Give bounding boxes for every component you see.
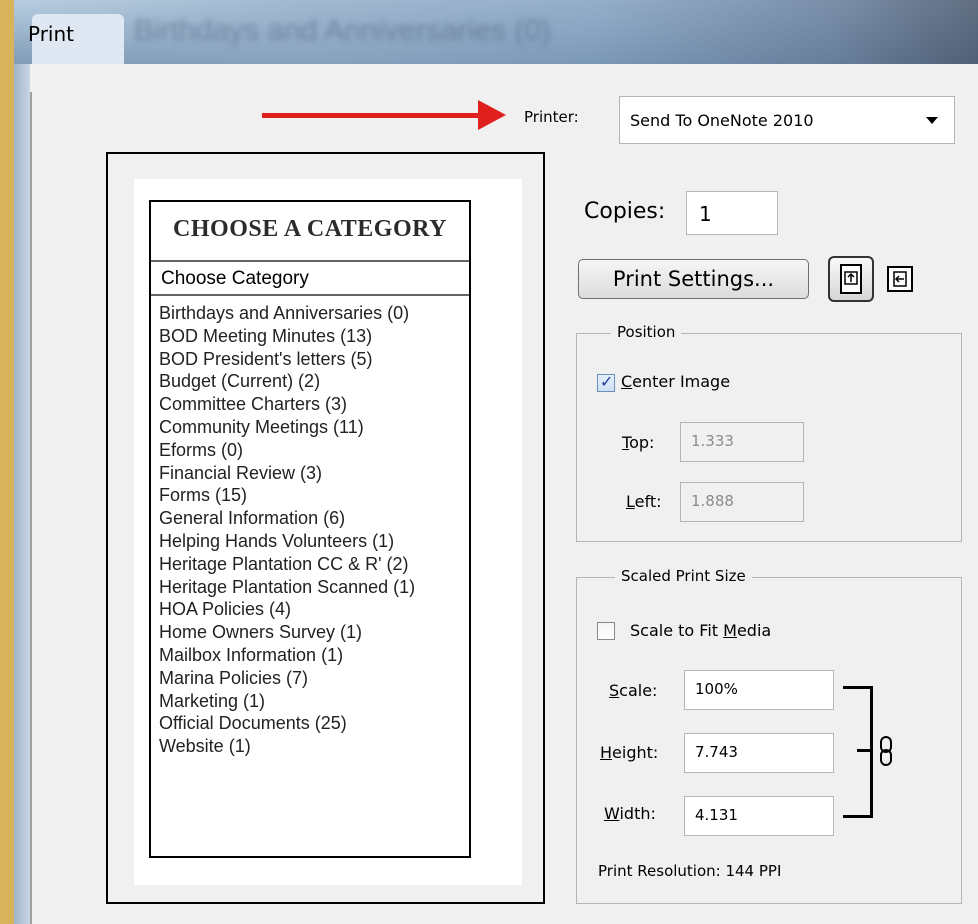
position-legend: Position [611, 323, 682, 341]
preview-category-item: Committee Charters (3) [159, 394, 348, 415]
printer-selected-value: Send To OneNote 2010 [630, 111, 814, 130]
scale-label: Scale: [609, 681, 657, 700]
center-image-label-text: enter Image [632, 372, 731, 391]
red-arrow-icon [262, 113, 484, 118]
printer-select[interactable]: Send To OneNote 2010 [619, 96, 955, 144]
proportion-bracket [843, 686, 873, 818]
top-mnemonic: T [622, 433, 630, 452]
preview-category-item: BOD President's letters (5) [159, 348, 373, 369]
preview-select-label: Choose Category [151, 260, 469, 296]
preview-category-item: General Information (6) [159, 508, 346, 529]
preview-category-item: Marketing (1) [159, 690, 266, 711]
scale-to-fit-checkbox[interactable] [597, 622, 615, 640]
top-field[interactable]: 1.333 [680, 422, 804, 462]
left-label: Left: [626, 492, 662, 511]
preview-category-item: Heritage Plantation Scanned (1) [159, 576, 416, 597]
top-label-text: op: [629, 433, 655, 452]
center-image-label[interactable]: Center Image [621, 372, 730, 391]
height-mnemonic: H [600, 743, 613, 762]
height-label-text: eight: [612, 743, 659, 762]
width-label-text: idth: [619, 804, 656, 823]
width-mnemonic: W [604, 804, 620, 823]
print-settings-button[interactable]: Print Settings... [578, 259, 809, 299]
title-bar: Birthdays and Anniversaries (0) [14, 0, 978, 64]
top-label: Top: [622, 433, 654, 452]
copies-input[interactable]: 1 [686, 191, 778, 235]
height-label: Height: [600, 743, 658, 762]
preview-category-item: Marina Policies (7) [159, 667, 309, 688]
scale-to-fit-mnemonic: M [723, 621, 737, 640]
chevron-down-icon[interactable] [926, 117, 938, 124]
arrow-head-icon [478, 100, 506, 130]
center-image-checkbox[interactable]: ✓ [597, 372, 615, 392]
width-label: Width: [604, 804, 656, 823]
preview-category-item: Helping Hands Volunteers (1) [159, 530, 395, 551]
window-title: Print [28, 22, 75, 46]
preview-category-item: Community Meetings (11) [159, 416, 364, 437]
left-mnemonic: L [626, 492, 635, 511]
preview-category-item: Official Documents (25) [159, 713, 347, 734]
preview-category-item: HOA Policies (4) [159, 599, 292, 620]
background-window-title: Birthdays and Anniversaries (0) [134, 14, 551, 47]
height-field[interactable]: 7.743 [684, 733, 834, 773]
preview-category-item: Mailbox Information (1) [159, 644, 344, 665]
scale-to-fit-label[interactable]: Scale to Fit Media [630, 621, 771, 640]
copies-label: Copies: [584, 199, 666, 224]
title-bar-backdrop: Birthdays and Anniversaries (0) [14, 0, 978, 64]
preview-category-item: Eforms (0) [159, 439, 244, 460]
proportion-bracket-tick [857, 749, 873, 752]
checkmark-icon: ✓ [600, 372, 614, 391]
landscape-orientation-icon [887, 266, 913, 292]
preview-category-box: CHOOSE A CATEGORY Choose Category Birthd… [149, 200, 471, 858]
window-border-left [14, 64, 30, 924]
preview-category-item: Financial Review (3) [159, 462, 323, 483]
preview-heading: CHOOSE A CATEGORY [173, 216, 447, 242]
preview-category-item: Home Owners Survey (1) [159, 622, 363, 643]
preview-category-item: Heritage Plantation CC & R' (2) [159, 553, 409, 574]
left-label-text: eft: [634, 492, 662, 511]
preview-category-item: Forms (15) [159, 485, 248, 506]
scale-to-fit-label-after: edia [736, 621, 772, 640]
preview-category-list: Birthdays and Anniversaries (0) BOD Meeti… [159, 302, 415, 758]
scaled-print-size-legend: Scaled Print Size [615, 567, 752, 585]
left-field[interactable]: 1.888 [680, 482, 804, 522]
preview-category-item: Birthdays and Anniversaries (0) [159, 303, 410, 323]
preview-category-item: Website (1) [159, 736, 251, 757]
width-field[interactable]: 4.131 [684, 796, 834, 836]
scale-to-fit-label-before: Scale to Fit [630, 621, 724, 640]
scale-label-text: cale: [619, 681, 658, 700]
portrait-orientation-button[interactable] [828, 256, 874, 302]
portrait-orientation-icon [840, 264, 862, 294]
scale-field[interactable]: 100% [684, 670, 834, 710]
dialog-edge [30, 92, 32, 924]
landscape-orientation-button[interactable] [882, 259, 920, 299]
center-image-mnemonic: C [621, 372, 633, 391]
preview-category-item: BOD Meeting Minutes (13) [159, 325, 373, 346]
chain-link-icon[interactable] [877, 735, 895, 767]
print-resolution: Print Resolution: 144 PPI [598, 862, 782, 880]
printer-label: Printer: [524, 108, 579, 126]
scale-mnemonic: S [609, 681, 620, 700]
preview-category-item: Budget (Current) (2) [159, 371, 321, 392]
